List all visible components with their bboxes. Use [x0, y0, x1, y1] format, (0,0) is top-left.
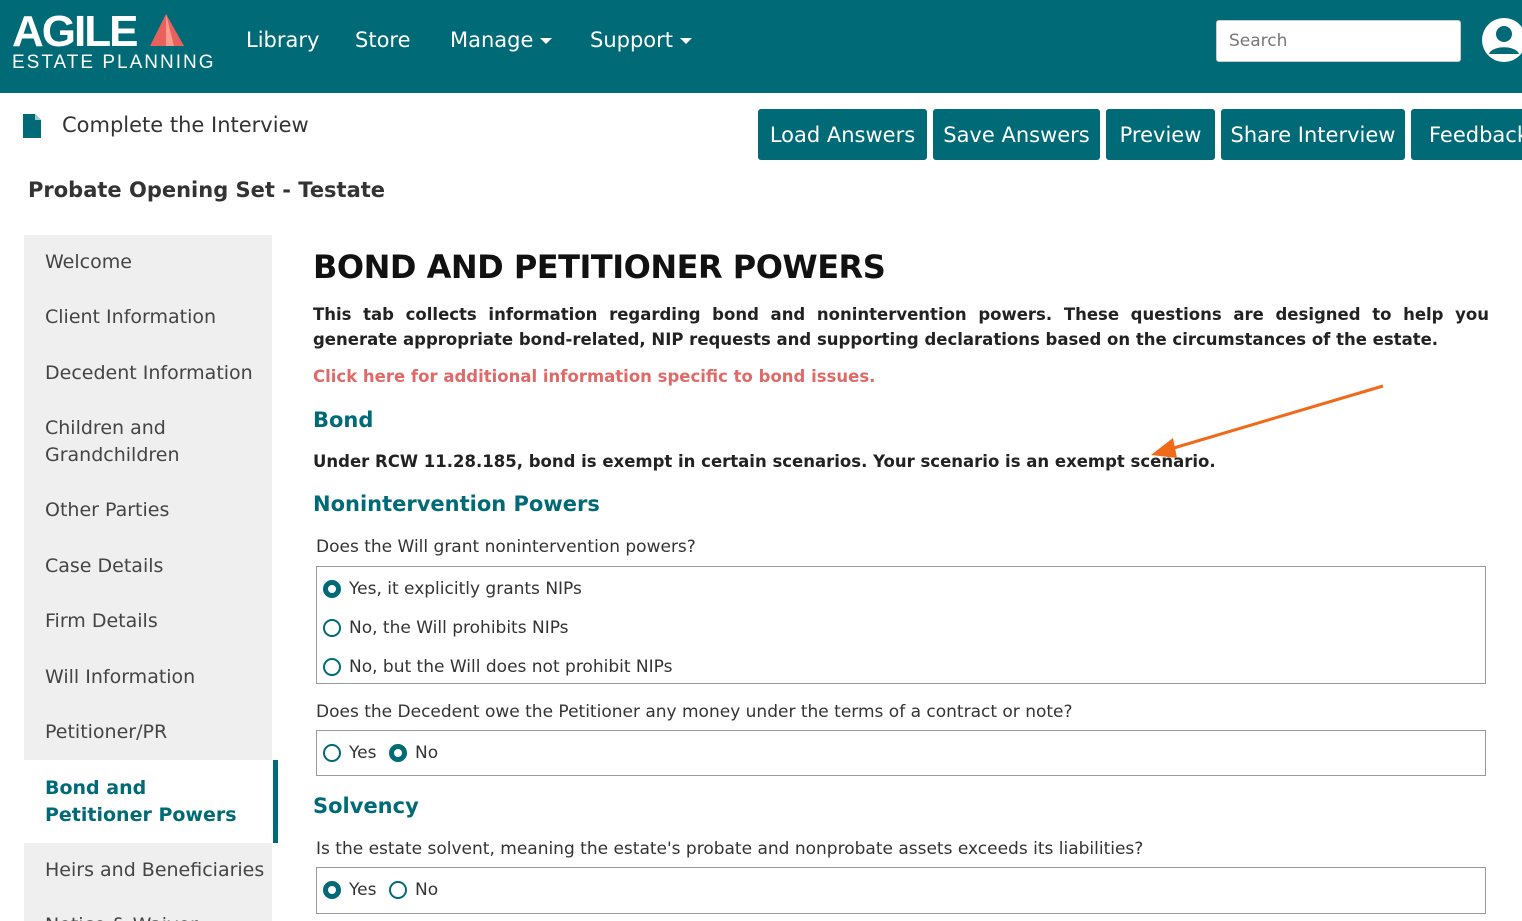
radio-label: No	[415, 880, 439, 900]
radio-label: Yes	[349, 880, 377, 900]
sidebar-item-other-parties[interactable]: Other Parties	[45, 497, 265, 524]
intro-paragraph: This tab collects information regarding …	[313, 305, 1489, 349]
load-answers-button[interactable]: Load Answers	[758, 109, 927, 160]
interview-set-title: Probate Opening Set - Testate	[28, 178, 386, 202]
bond-exempt-text: Under RCW 11.28.185, bond is exempt in c…	[313, 452, 1216, 471]
sidebar-item-children-grandchildren[interactable]: Children and Grandchildren	[45, 415, 225, 469]
nav-store[interactable]: Store	[355, 28, 411, 52]
top-navbar: AGILE ESTATE PLANNING Library Store Mana…	[0, 0, 1522, 93]
solvency-heading: Solvency	[313, 794, 419, 818]
radio-label: No, but the Will does not prohibit NIPs	[349, 657, 673, 677]
share-interview-button[interactable]: Share Interview	[1221, 109, 1405, 160]
radio-label: No, the Will prohibits NIPs	[349, 618, 569, 638]
sidebar-item-decedent-information[interactable]: Decedent Information	[45, 360, 265, 387]
sidebar-item-case-details[interactable]: Case Details	[45, 553, 265, 580]
section-title: BOND AND PETITIONER POWERS	[313, 248, 886, 286]
nav-manage[interactable]: Manage	[450, 28, 553, 52]
nonintervention-heading: Nonintervention Powers	[313, 492, 600, 516]
bond-heading: Bond	[313, 408, 374, 432]
nav-support[interactable]: Support	[590, 28, 693, 52]
radio-nip-yes[interactable]: Yes, it explicitly grants NIPs	[323, 579, 582, 599]
nav-manage-label: Manage	[450, 28, 534, 52]
radio-label: Yes	[349, 743, 377, 763]
radio-nip-not-prohibit[interactable]: No, but the Will does not prohibit NIPs	[323, 657, 672, 677]
sidebar-item-bond-petitioner-powers[interactable]: Bond and Petitioner Powers	[45, 775, 255, 829]
sidebar-item-heirs-beneficiaries[interactable]: Heirs and Beneficiaries	[45, 857, 265, 884]
radio-nip-prohibits[interactable]: No, the Will prohibits NIPs	[323, 618, 569, 638]
search-input[interactable]	[1216, 20, 1461, 62]
document-icon	[23, 114, 41, 138]
radio-label: No	[415, 743, 439, 763]
nip-options-group: Yes, it explicitly grants NIPs No, the W…	[316, 566, 1486, 684]
sidebar-item-will-information[interactable]: Will Information	[45, 664, 265, 691]
annotation-arrow	[1151, 384, 1384, 458]
radio-label: Yes, it explicitly grants NIPs	[349, 579, 582, 599]
sidebar-item-welcome[interactable]: Welcome	[45, 249, 265, 276]
feedback-button[interactable]: Feedback	[1411, 109, 1522, 160]
radio-unselected-icon	[323, 658, 341, 676]
radio-solvent-yes[interactable]: Yes	[323, 880, 376, 900]
question-estate-solvent: Is the estate solvent, meaning the estat…	[316, 839, 1144, 859]
nav-library[interactable]: Library	[246, 28, 319, 52]
question-nip-grant: Does the Will grant nonintervention powe…	[316, 537, 696, 557]
bond-info-link[interactable]: Click here for additional information sp…	[313, 367, 875, 386]
radio-owe-yes[interactable]: Yes	[323, 743, 376, 763]
logo-tagline: ESTATE PLANNING	[12, 52, 216, 73]
radio-unselected-icon	[323, 744, 341, 762]
sidebar-item-petitioner-pr[interactable]: Petitioner/PR	[45, 719, 265, 746]
preview-button[interactable]: Preview	[1106, 109, 1215, 160]
question-decedent-owes: Does the Decedent owe the Petitioner any…	[316, 702, 1073, 722]
caret-down-icon	[540, 38, 553, 44]
owe-options-group: Yes No	[316, 730, 1486, 776]
sidebar-item-client-information[interactable]: Client Information	[45, 304, 265, 331]
radio-owe-no[interactable]: No	[389, 743, 438, 763]
sidebar-item-firm-details[interactable]: Firm Details	[45, 608, 265, 635]
caret-down-icon	[680, 38, 693, 44]
page-heading: Complete the Interview	[62, 113, 309, 137]
nav-support-label: Support	[590, 28, 674, 52]
radio-selected-icon	[323, 881, 341, 899]
solvent-options-group: Yes No	[316, 867, 1486, 914]
radio-unselected-icon	[389, 881, 407, 899]
brand-logo[interactable]: AGILE ESTATE PLANNING	[12, 7, 214, 74]
save-answers-button[interactable]: Save Answers	[933, 109, 1100, 160]
logo-triangle-icon	[150, 14, 184, 46]
user-circle-icon[interactable]	[1480, 16, 1522, 64]
radio-solvent-no[interactable]: No	[389, 880, 438, 900]
sidebar-item-notice-waiver[interactable]: Notice & Waiver	[45, 912, 265, 921]
logo-wordmark: AGILE	[12, 7, 138, 56]
radio-unselected-icon	[323, 619, 341, 637]
radio-selected-icon	[323, 580, 341, 598]
radio-selected-icon	[389, 744, 407, 762]
